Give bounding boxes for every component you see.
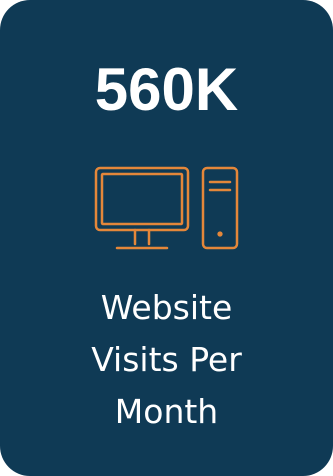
stat-label: Website Visits Per Month [0,282,333,438]
stat-label-line-1: Website [100,288,233,327]
stat-label-line-3: Month [114,392,219,431]
stat-label-line-2: Visits Per [91,340,242,379]
desktop-computer-icon [93,164,243,254]
stat-value: 560K [94,56,239,123]
stat-card: 560K Website Visits Per Month [0,0,333,476]
